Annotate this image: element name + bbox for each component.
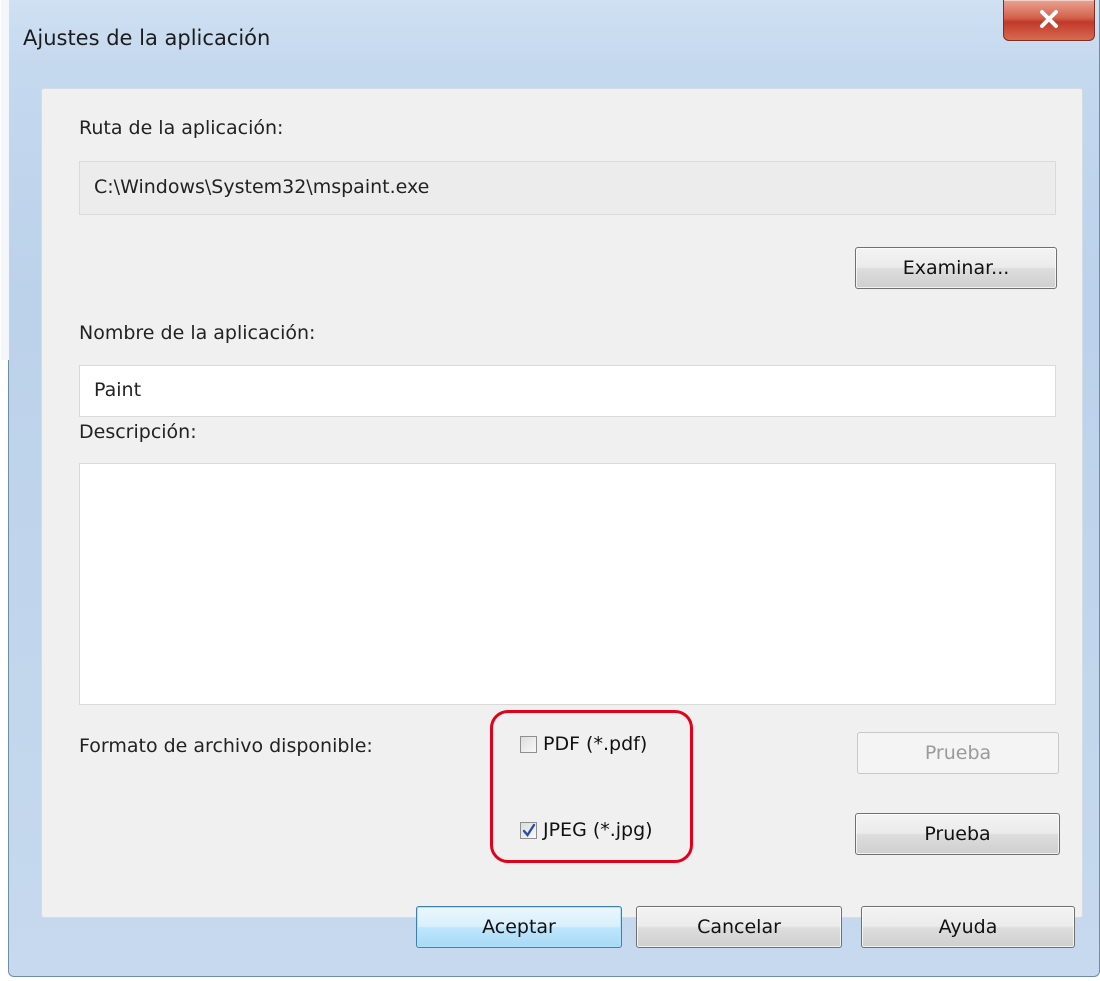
pdf-test-button[interactable]: Prueba (857, 732, 1059, 774)
jpeg-test-button[interactable]: Prueba (855, 813, 1060, 855)
help-button[interactable]: Ayuda (861, 906, 1075, 948)
description-label: Descripción: (79, 421, 197, 443)
path-label: Ruta de la aplicación: (79, 117, 284, 139)
name-label: Nombre de la aplicación: (79, 322, 316, 344)
close-icon (1040, 10, 1058, 28)
path-value: C:\Windows\System32\mspaint.exe (94, 176, 430, 198)
close-button[interactable] (1003, 0, 1095, 41)
window-title: Ajustes de la aplicación (23, 26, 271, 50)
cancel-button[interactable]: Cancelar (636, 906, 842, 948)
name-value: Paint (94, 379, 142, 401)
path-field: C:\Windows\System32\mspaint.exe (79, 161, 1056, 215)
accept-button[interactable]: Aceptar (416, 906, 622, 948)
name-input[interactable]: Paint (79, 365, 1056, 417)
highlight-annotation (490, 710, 693, 863)
formats-label: Formato de archivo disponible: (79, 735, 373, 757)
browse-button[interactable]: Examinar... (855, 247, 1057, 289)
description-textarea[interactable] (79, 463, 1056, 705)
